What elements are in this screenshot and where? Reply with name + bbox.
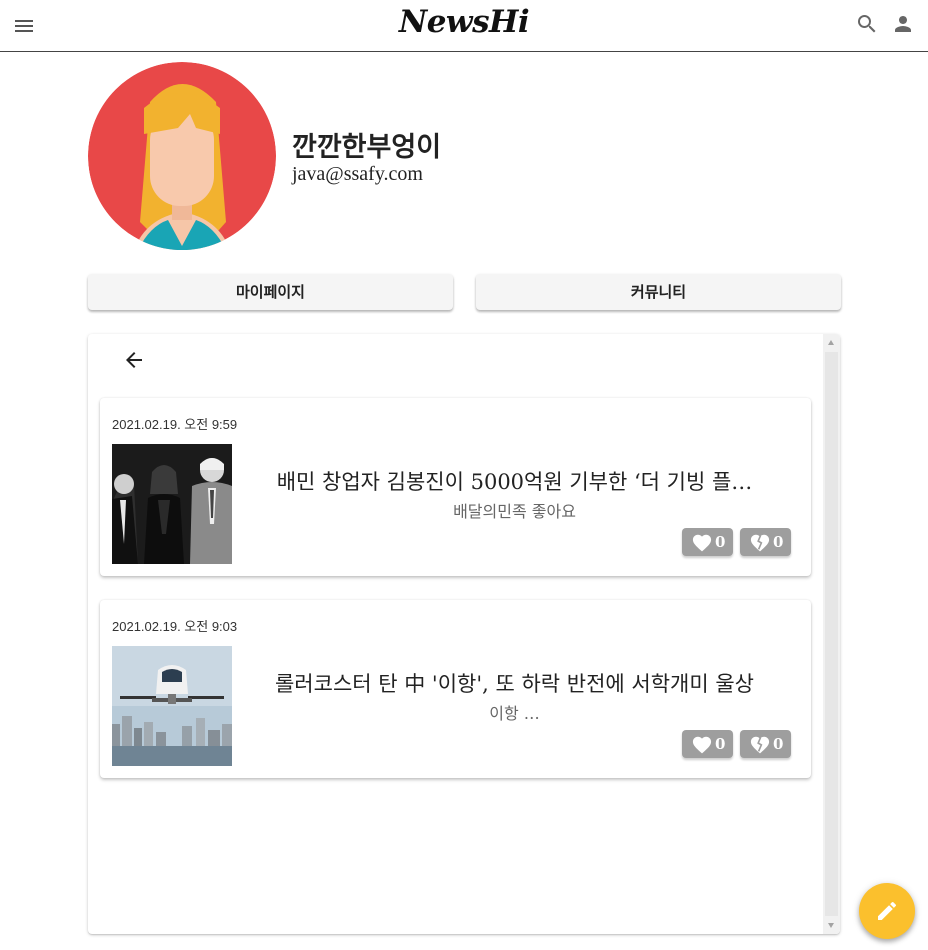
like-count: 0 [715,735,726,753]
app-logo[interactable]: NewsHi [0,4,928,40]
like-button[interactable]: 0 [682,528,733,556]
post-summary: 배달의민족 좋아요 [453,502,576,521]
post-summary: 이항 … [489,704,540,723]
scroll-up-arrow[interactable] [828,340,834,345]
scrollbar[interactable] [823,334,840,934]
avatar [88,62,276,250]
post-date: 2021.02.19. 오전 9:03 [112,619,238,634]
account-icon[interactable] [891,12,915,36]
heart-icon [692,736,712,754]
mypage-button[interactable]: 마이페이지 [88,274,453,310]
dislike-button[interactable]: 0 [740,528,791,556]
post-card[interactable]: 2021.02.19. 오전 9:03 롤러코스터 탄 中 '이항', 또 하락… [100,600,811,778]
community-button[interactable]: 커뮤니티 [476,274,841,310]
post-title[interactable]: 배민 창업자 김봉진이 5000억원 기부한 ‘더 기빙 플… [240,466,789,496]
posts-panel: 2021.02.19. 오전 9:59 배민 창업자 김봉진이 5000억원 기… [88,334,840,934]
scroll-down-arrow[interactable] [828,923,834,928]
post-thumbnail[interactable] [112,646,232,766]
broken-heart-icon [750,534,770,552]
post-title[interactable]: 롤러코스터 탄 中 '이항', 또 하락 반전에 서학개미 울상 [240,668,789,698]
search-icon[interactable] [855,12,879,36]
write-post-fab[interactable] [859,883,915,939]
like-button[interactable]: 0 [682,730,733,758]
post-thumbnail[interactable] [112,444,232,564]
pencil-icon [878,901,897,920]
like-count: 0 [715,533,726,551]
heart-icon [692,534,712,552]
dislike-count: 0 [773,533,784,551]
dislike-count: 0 [773,735,784,753]
profile-email: java@ssafy.com [292,163,423,185]
app-bar: NewsHi [0,0,928,52]
post-date: 2021.02.19. 오전 9:59 [112,417,238,432]
post-card[interactable]: 2021.02.19. 오전 9:59 배민 창업자 김봉진이 5000억원 기… [100,398,811,576]
profile-name: 깐깐한부엉이 [292,132,442,163]
arrow-back-icon[interactable] [122,348,146,372]
dislike-button[interactable]: 0 [740,730,791,758]
broken-heart-icon [750,736,770,754]
scrollbar-thumb[interactable] [825,352,838,916]
